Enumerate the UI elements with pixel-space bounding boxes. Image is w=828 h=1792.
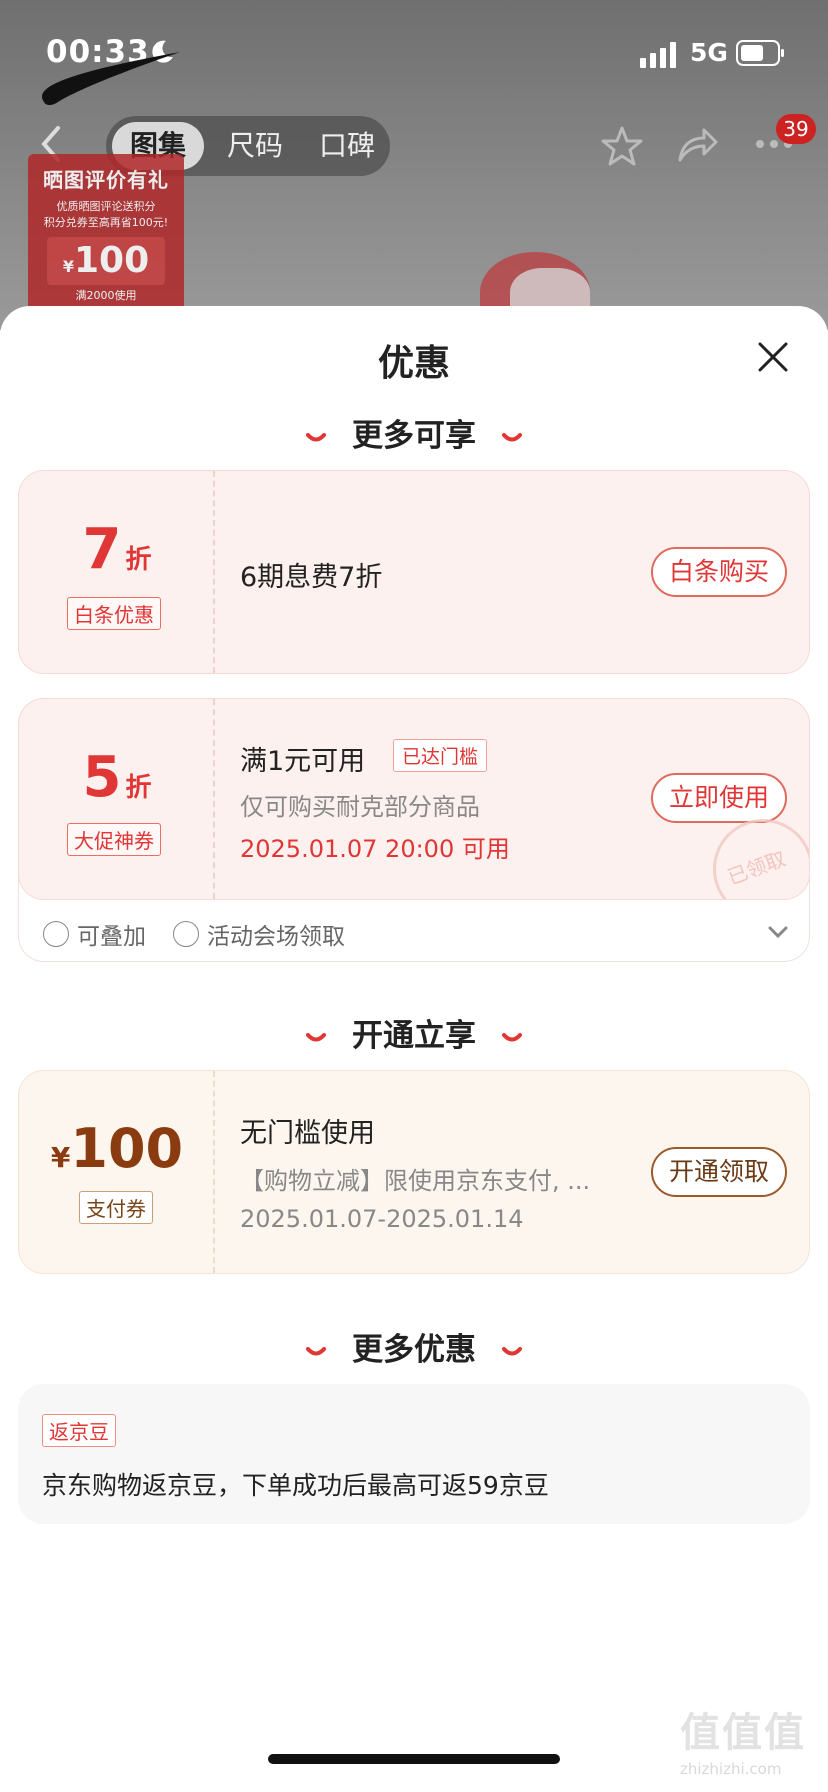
promo-condition: 满2000使用 (75, 289, 137, 302)
pay-coupon-tag: 支付券 (79, 1191, 153, 1224)
sheet-title: 优惠 (377, 343, 450, 384)
baitiao-description: 6期息费7折 (240, 562, 383, 593)
discount-value: 7折 (82, 517, 152, 582)
promo-coupon-tag: 大促神券 (67, 823, 161, 856)
stack-icon (43, 921, 69, 947)
promo-line-2: 积分兑券至高再省100元! (43, 216, 169, 229)
signal-icon (640, 42, 676, 68)
baitiao-tag: 白条优惠 (67, 597, 161, 630)
section-heading-more-enjoy: 更多可享 (0, 410, 828, 455)
close-icon[interactable] (756, 340, 790, 374)
coupon-threshold: 满1元可用 (240, 746, 366, 777)
share-icon[interactable] (676, 124, 720, 164)
smile-deco-icon (501, 432, 522, 441)
home-indicator[interactable] (268, 1754, 560, 1764)
coupon-footer: 可叠加 活动会场领取 (19, 899, 811, 963)
promo-coupon-card: 5折 大促神券 满1元可用 已达门槛 仅可购买耐克部分商品 2025.01.07… (18, 698, 810, 962)
watermark-url: zhizhizhi.com (680, 1760, 782, 1778)
claimed-stamp: 已领取 (713, 819, 809, 899)
coupon-amount-area: ¥100 支付券 (19, 1071, 215, 1273)
ticket-icon (173, 921, 199, 947)
coupon-period: 2025.01.07-2025.01.14 (240, 1205, 524, 1233)
section-heading-open-enjoy: 开通立享 (0, 1010, 828, 1055)
coupon-usage: 无门槛使用 (240, 1118, 375, 1149)
activate-claim-button[interactable]: 开通领取 (651, 1147, 787, 1197)
discount-value: 5折 (82, 745, 152, 810)
baitiao-discount-card: 7折 白条优惠 6期息费7折 白条购买 (18, 470, 810, 674)
smile-deco-icon (306, 432, 327, 441)
promo-amount: ¥100 (47, 237, 165, 285)
smile-deco-icon (306, 1346, 327, 1355)
promo-line-1: 优质晒图评论送积分 (56, 200, 156, 213)
nike-logo (42, 52, 180, 105)
network-type: 5G (690, 38, 728, 67)
promo-coupon-body: 5折 大促神券 满1元可用 已达门槛 仅可购买耐克部分商品 2025.01.07… (18, 698, 810, 900)
smile-deco-icon (501, 1032, 522, 1041)
notification-badge: 39 (776, 114, 816, 144)
coupon-scope: 仅可购买耐克部分商品 (240, 793, 480, 821)
threshold-reached-tag: 已达门槛 (393, 739, 488, 772)
jd-beans-description: 京东购物返京豆，下单成功后最高可返59京豆 (42, 1471, 549, 1500)
watermark-logo: 值值值 (680, 1710, 806, 1756)
section-heading-more-discounts: 更多优惠 (0, 1324, 828, 1369)
coupon-source-label: 活动会场领取 (207, 924, 345, 950)
review-reward-banner: 晒图评价有礼 优质晒图评论送积分 积分兑券至高再省100元! ¥100 满200… (28, 154, 184, 314)
tab-size[interactable]: 尺码 (210, 116, 300, 176)
jd-beans-tag: 返京豆 (42, 1414, 116, 1447)
smile-deco-icon (306, 1032, 327, 1041)
stackable-label: 可叠加 (77, 924, 146, 950)
coupon-amount: ¥100 (50, 1117, 184, 1180)
baitiao-buy-button[interactable]: 白条购买 (651, 547, 787, 597)
discount-value-area: 5折 大促神券 (19, 699, 215, 899)
discount-value-area: 7折 白条优惠 (19, 471, 215, 673)
coupon-restriction: 【购物立减】限使用京东支付, ... (240, 1167, 591, 1195)
chevron-down-icon[interactable] (767, 925, 789, 939)
battery-icon (736, 40, 784, 66)
smile-deco-icon (501, 1346, 522, 1355)
use-now-button[interactable]: 立即使用 (651, 773, 787, 823)
promo-title: 晒图评价有礼 (43, 168, 169, 192)
coupon-valid-time: 2025.01.07 20:00 可用 (240, 835, 510, 863)
jd-beans-card[interactable]: 返京豆 京东购物返京豆，下单成功后最高可返59京豆 (18, 1384, 810, 1524)
payment-coupon-card: ¥100 支付券 无门槛使用 【购物立减】限使用京东支付, ... 2025.0… (18, 1070, 810, 1274)
discount-sheet: 优惠 更多可享 7折 白条优惠 6期息费7折 白条购买 5折 大促神券 满1元可… (0, 306, 828, 1792)
tab-reviews[interactable]: 口碑 (302, 116, 392, 176)
star-icon[interactable] (600, 124, 644, 168)
product-page-background: 00:33 5G 图集 尺码 口碑 39 晒图评价有礼 优质晒图评论送积分 积分… (0, 0, 828, 330)
